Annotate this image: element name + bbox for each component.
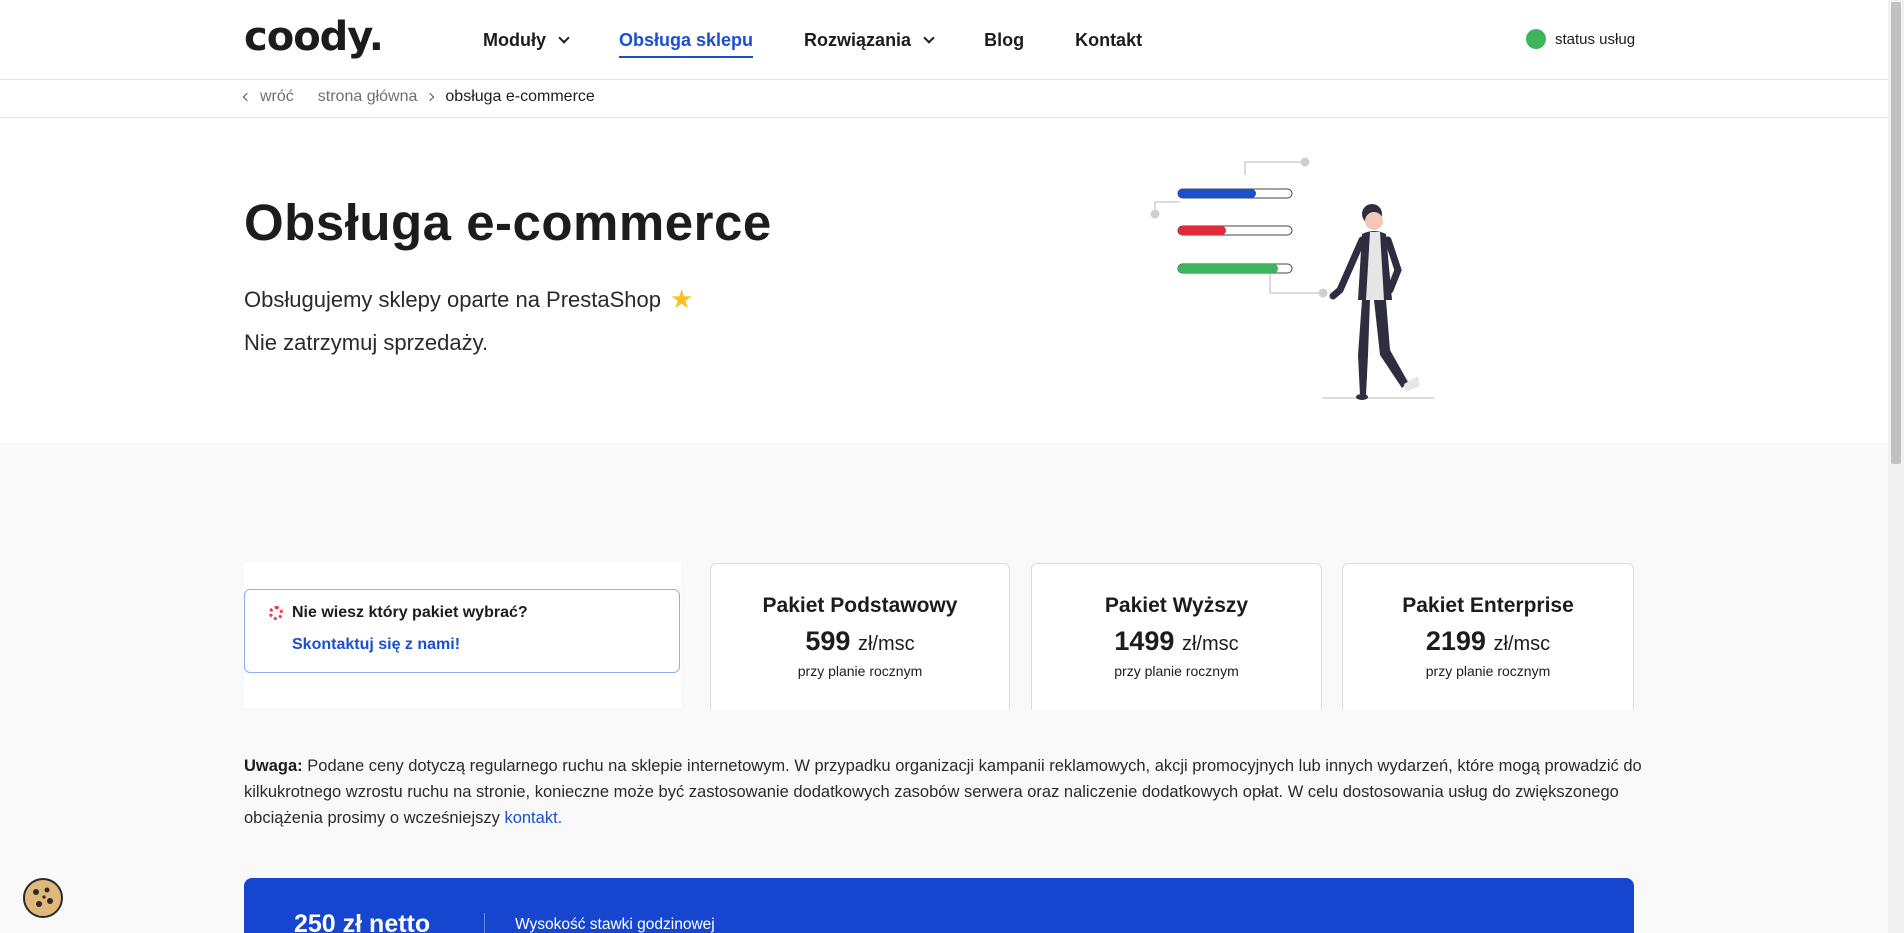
illustration-bar-green — [1178, 264, 1278, 273]
plan-name: Pakiet Wyższy — [1104, 594, 1249, 617]
site-header: coody. Moduły Obsługa sklepu Rozwiązania… — [0, 0, 1888, 80]
chevron-right-icon — [426, 92, 435, 102]
help-box: Nie wiesz który pakiet wybrać? Skontaktu… — [244, 589, 680, 673]
help-question-text: Nie wiesz który pakiet wybrać? — [292, 604, 528, 621]
divider — [484, 913, 485, 933]
main-nav: Moduły Obsługa sklepu Rozwiązania Blog K… — [483, 0, 1193, 80]
hero-tagline: Nie zatrzymuj sprzedaży. — [244, 330, 489, 355]
plan-price-unit: zł/msc — [1493, 633, 1551, 655]
status-label: status usług — [1555, 30, 1636, 48]
notice-contact-link[interactable]: kontakt. — [504, 809, 562, 827]
lifebuoy-icon — [269, 606, 283, 620]
page-title: Obsługa e-commerce — [244, 194, 772, 251]
hero-illustration — [1150, 157, 1434, 400]
notice-label: Uwaga: — [244, 757, 303, 775]
chevron-down-icon — [558, 31, 570, 44]
plan-card[interactable]: Pakiet Podstawowy 599 zł/msc przy planie… — [710, 563, 1010, 709]
breadcrumb: wróć strona główna obsługa e-commerce — [0, 80, 1888, 118]
illustration-bar-blue — [1178, 189, 1256, 198]
plan-note: przy planie rocznym — [797, 663, 923, 679]
nav-item-moduly[interactable]: Moduły — [483, 0, 570, 80]
chevron-left-icon — [242, 92, 252, 102]
plan-card[interactable]: Pakiet Wyższy 1499 zł/msc przy planie ro… — [1031, 563, 1322, 709]
hourly-rate-label: Wysokość stawki godzinowej — [515, 916, 715, 933]
page-scrollbar[interactable] — [1888, 0, 1904, 933]
plan-price-value: 2199 — [1425, 626, 1486, 656]
logo[interactable]: coody. — [244, 14, 384, 60]
nav-item-kontakt[interactable]: Kontakt — [1075, 0, 1142, 80]
scrollbar-thumb[interactable] — [1891, 2, 1901, 464]
star-icon: ★ — [670, 284, 694, 314]
plan-name: Pakiet Enterprise — [1402, 594, 1574, 617]
plan-name: Pakiet Podstawowy — [762, 594, 958, 617]
plan-price-unit: zł/msc — [1181, 633, 1239, 655]
nav-item-label: Moduły — [483, 29, 546, 50]
chevron-down-icon — [923, 31, 935, 44]
hourly-rate-banner: 250 zł netto Wysokość stawki godzinowej — [244, 878, 1634, 933]
nav-item-rozwiazania[interactable]: Rozwiązania — [804, 0, 935, 80]
plan-note: przy planie rocznym — [1114, 663, 1239, 679]
plan-card[interactable]: Pakiet Enterprise 2199 zł/msc przy plani… — [1342, 563, 1634, 709]
breadcrumb-current: obsługa e-commerce — [445, 88, 595, 105]
hourly-rate-price: 250 zł netto — [294, 910, 431, 933]
plan-price: 2199 zł/msc — [1343, 626, 1633, 657]
help-question: Nie wiesz który pakiet wybrać? — [269, 604, 528, 622]
nav-item-label: Kontakt — [1075, 29, 1143, 50]
plan-price: 599 zł/msc — [711, 626, 1009, 657]
breadcrumb-home[interactable]: strona główna — [318, 88, 418, 106]
nav-item-label: Blog — [984, 29, 1025, 50]
status-indicator-icon — [1526, 29, 1546, 49]
nav-item-label: Rozwiązania — [804, 29, 912, 50]
breadcrumb-back[interactable]: wróć — [260, 88, 294, 106]
notice-text: Podane ceny dotyczą regularnego ruchu na… — [244, 757, 1642, 827]
nav-item-blog[interactable]: Blog — [984, 0, 1024, 80]
plan-price-value: 599 — [805, 626, 851, 656]
cookie-icon[interactable] — [22, 877, 64, 919]
pricing-notice: Uwaga: Podane ceny dotyczą regularnego r… — [244, 753, 1644, 831]
nav-item-label: Obsługa sklepu — [619, 29, 754, 50]
plan-price: 1499 zł/msc — [1032, 626, 1321, 657]
plan-note: przy planie rocznym — [1425, 663, 1551, 679]
plan-price-unit: zł/msc — [857, 633, 915, 655]
hero-subtitle: Obsługujemy sklepy oparte na PrestaShop … — [244, 284, 693, 315]
hero-subtitle-text: Obsługujemy sklepy oparte na PrestaShop — [244, 286, 662, 312]
illustration-bar-red — [1178, 226, 1226, 235]
contact-link[interactable]: Skontaktuj się z nami! — [292, 636, 460, 654]
status-link[interactable]: status usług — [1526, 29, 1635, 49]
plan-price-value: 1499 — [1114, 626, 1175, 656]
nav-item-obsluga-sklepu[interactable]: Obsługa sklepu — [619, 0, 754, 80]
